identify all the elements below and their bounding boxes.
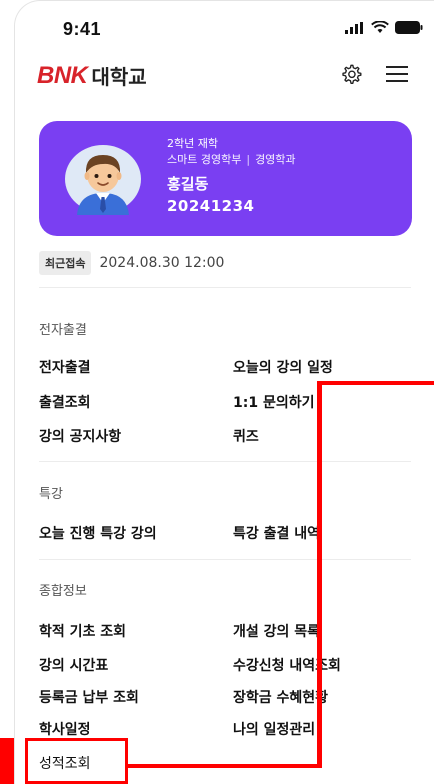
phone-frame: 9:41 BNK 대학교 2학년 재학 스마트 경영학부 | 경영학과 홍길동 … — [14, 0, 434, 784]
status-icons — [345, 21, 423, 34]
last-access-datetime: 2024.08.30 12:00 — [99, 255, 225, 271]
menu-item-course-list[interactable]: 개설 강의 목록 — [233, 621, 320, 641]
profile-info: 2학년 재학 스마트 경영학부 | 경영학과 홍길동 20241234 — [167, 137, 296, 215]
profile-grade: 2학년 재학 — [167, 137, 218, 150]
annotation-highlight-box — [25, 738, 128, 784]
header-icons — [340, 63, 408, 85]
annotation-line-top — [318, 381, 434, 385]
status-time: 9:41 — [63, 19, 102, 39]
section-title-special: 특강 — [39, 487, 63, 502]
wifi-icon — [371, 21, 389, 33]
section-title-general: 종합정보 — [39, 584, 87, 599]
profile-student-id: 20241234 — [167, 197, 255, 215]
annotation-line-vertical — [317, 381, 322, 768]
menu-item-today-special-lecture[interactable]: 오늘 진행 특강 강의 — [39, 523, 157, 543]
logo-brand: BNK — [37, 61, 88, 89]
hamburger-menu-icon[interactable] — [386, 65, 408, 83]
menu-item-registration-history[interactable]: 수강신청 내역조회 — [233, 655, 341, 675]
last-access: 최근접속 2024.08.30 12:00 — [39, 251, 224, 275]
divider — [39, 287, 411, 288]
menu-item-academic-calendar[interactable]: 학사일정 — [39, 719, 91, 739]
section-title-attendance: 전자출결 — [39, 323, 87, 338]
app-header: BNK 대학교 — [15, 57, 434, 97]
profile-major: 경영학과 — [255, 153, 296, 166]
profile-name: 홍길동 — [167, 175, 209, 193]
menu-item-one-on-one-inquiry[interactable]: 1:1 문의하기 — [233, 392, 314, 412]
menu-item-lecture-notices[interactable]: 강의 공지사항 — [39, 426, 121, 446]
menu-item-e-attendance[interactable]: 전자출결 — [39, 357, 91, 377]
menu-item-scholarship[interactable]: 장학금 수혜현황 — [233, 687, 328, 707]
divider — [39, 559, 411, 560]
logo-title: 대학교 — [91, 65, 147, 89]
menu-item-today-schedule[interactable]: 오늘의 강의 일정 — [233, 357, 333, 377]
battery-icon — [395, 21, 423, 34]
app-logo[interactable]: BNK 대학교 — [37, 61, 147, 90]
annotation-line-bottom — [126, 764, 322, 768]
annotation-marker — [0, 738, 14, 784]
last-access-badge: 최근접속 — [39, 251, 92, 275]
divider — [39, 461, 411, 462]
menu-item-timetable[interactable]: 강의 시간표 — [39, 655, 108, 675]
status-bar: 9:41 — [15, 1, 434, 53]
menu-item-attendance-lookup[interactable]: 출결조회 — [39, 392, 91, 412]
gear-icon[interactable] — [340, 63, 362, 85]
profile-card[interactable]: 2학년 재학 스마트 경영학부 | 경영학과 홍길동 20241234 — [39, 121, 412, 236]
signal-icon — [345, 21, 363, 34]
menu-item-special-attendance-history[interactable]: 특강 출결 내역 — [233, 523, 320, 543]
menu-item-tuition-payment[interactable]: 등록금 납부 조회 — [39, 687, 139, 707]
profile-department: 스마트 경영학부 | 경영학과 — [167, 153, 296, 167]
menu-item-my-schedule[interactable]: 나의 일정관리 — [233, 719, 315, 739]
menu-item-academic-basic[interactable]: 학적 기초 조회 — [39, 621, 126, 641]
profile-school: 스마트 경영학부 — [167, 153, 242, 166]
avatar — [65, 145, 141, 215]
profile-separator: | — [246, 153, 251, 166]
menu-item-quiz[interactable]: 퀴즈 — [233, 426, 259, 446]
